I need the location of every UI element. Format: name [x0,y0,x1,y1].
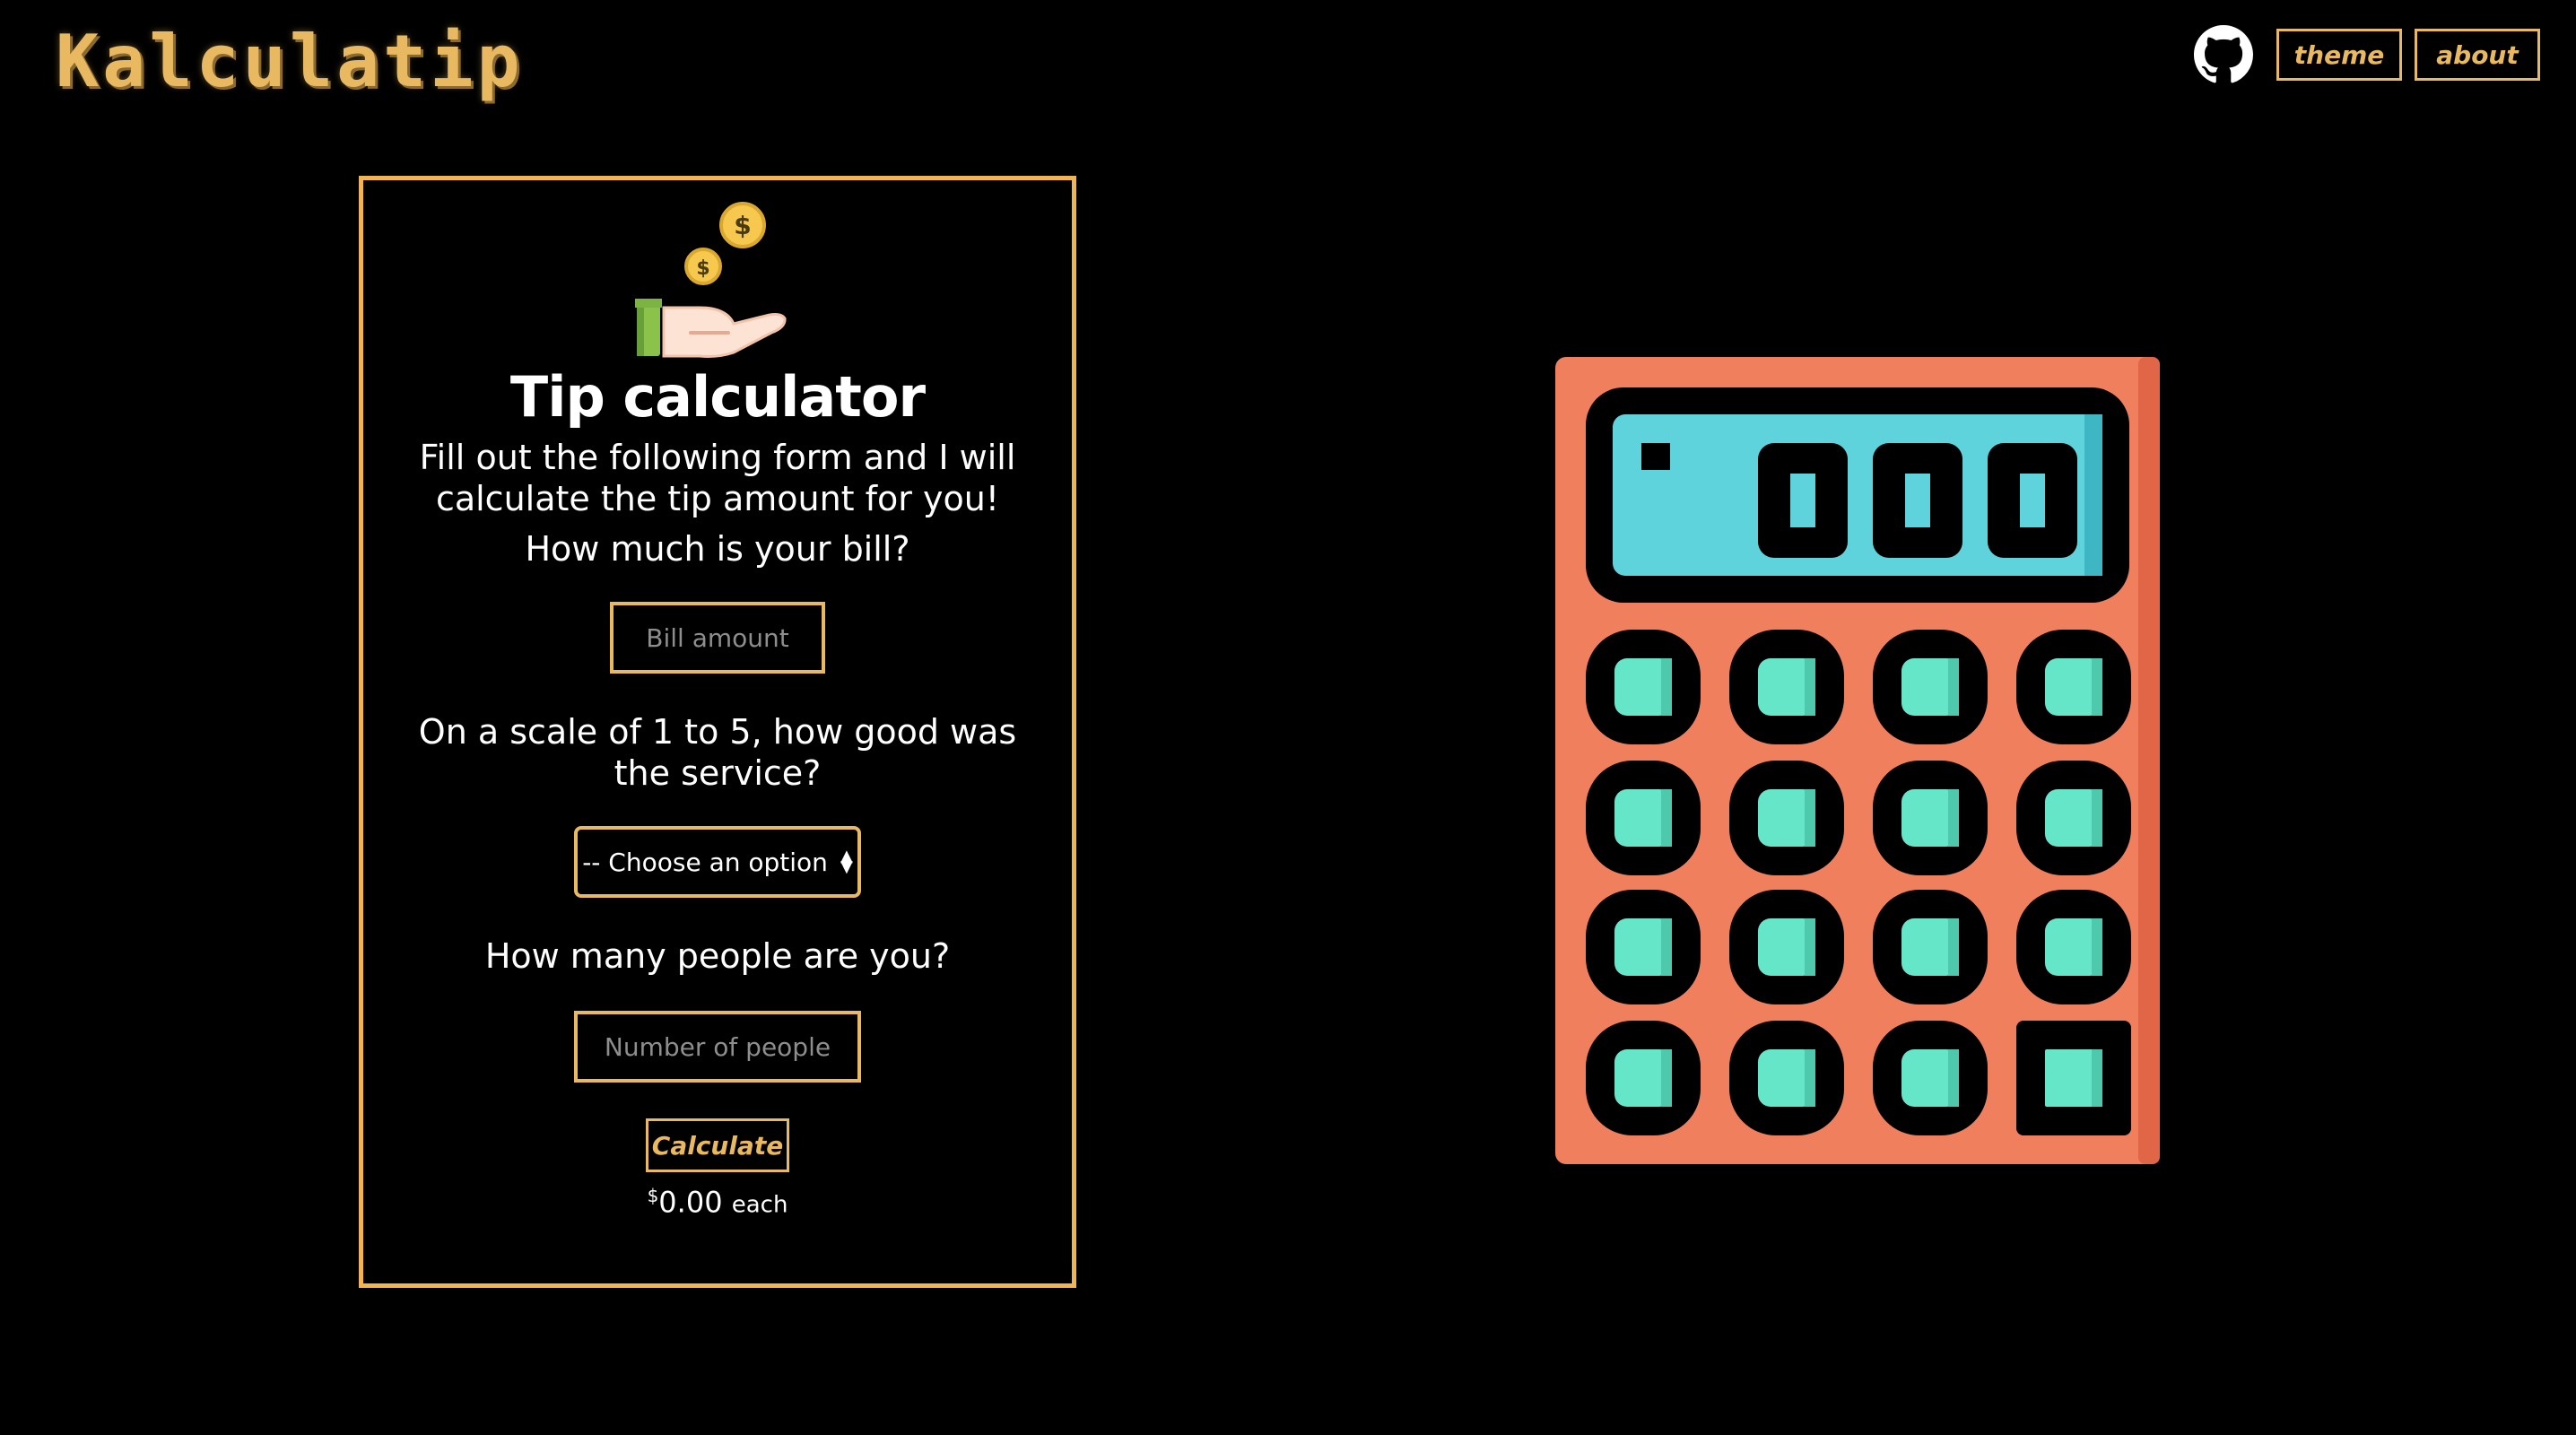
intro-text: Fill out the following form and I will c… [419,438,1016,519]
tip-calculator-card: $ $ Tip calculator Fill out the followin… [359,176,1076,1288]
service-rating-select[interactable]: -- Choose an option ▲ ▼ [574,826,861,899]
about-button[interactable]: about [2415,29,2540,81]
github-icon[interactable] [2194,25,2253,84]
currency-symbol: $ [647,1185,659,1207]
display-digits [1758,443,2077,558]
svg-text:$: $ [696,257,709,280]
svg-text:$: $ [734,211,751,240]
people-count-input[interactable]: Number of people [574,1011,861,1083]
calculate-button[interactable]: Calculate [646,1118,789,1173]
bill-amount-input[interactable]: Bill amount [610,602,825,674]
hand-with-coins-icon: $ $ [635,202,787,358]
theme-button[interactable]: theme [2276,29,2402,81]
page-title: Tip calculator [509,364,926,430]
tip-result: $0.00 each [648,1185,788,1220]
tip-suffix: each [731,1191,788,1219]
select-value: -- Choose an option [582,847,828,877]
app-logo[interactable]: Kalculatip [56,20,524,103]
calculator-icon [1555,357,2160,1164]
bill-question: How much is your bill? [525,529,910,570]
updown-arrows-icon: ▲ ▼ [840,847,853,877]
service-question: On a scale of 1 to 5, how good was the s… [418,712,1017,794]
tip-amount: 0.00 [658,1185,723,1220]
top-nav: theme about [2194,25,2540,84]
people-question: How many people are you? [484,936,951,977]
